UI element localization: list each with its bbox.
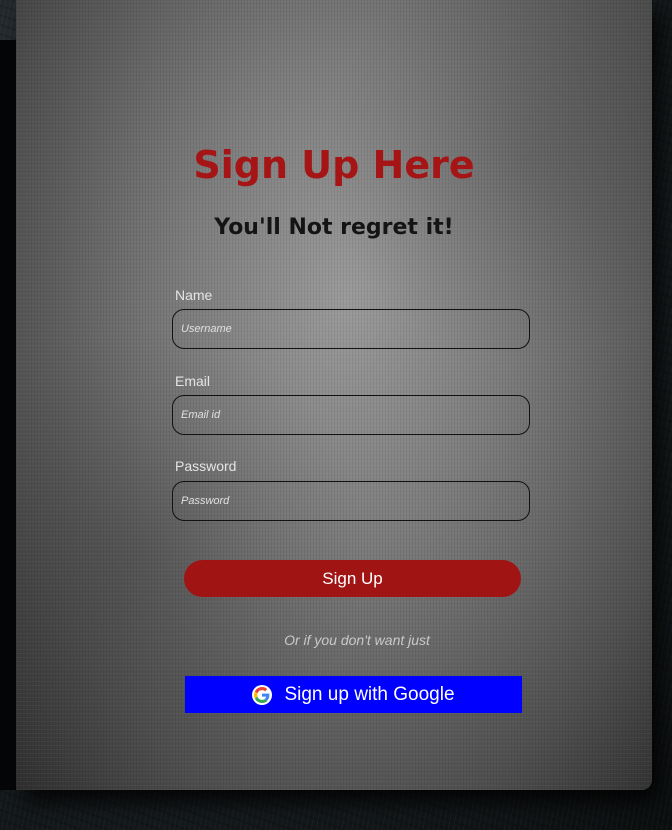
signup-card: Sign Up Here You'll Not regret it! Name …: [16, 0, 652, 790]
page-subtitle: You'll Not regret it!: [214, 215, 454, 240]
name-input[interactable]: [172, 309, 530, 349]
page-title: Sign Up Here: [193, 143, 475, 187]
left-edge-panel: [0, 40, 16, 790]
signup-button[interactable]: Sign Up: [184, 560, 521, 597]
password-input[interactable]: [172, 481, 530, 521]
email-label: Email: [175, 373, 211, 389]
google-signup-label: Sign up with Google: [284, 683, 455, 705]
name-label: Name: [175, 287, 213, 303]
alternative-text: Or if you don't want just: [284, 632, 430, 648]
password-label: Password: [175, 458, 237, 474]
google-signup-button[interactable]: Sign up with Google: [185, 676, 522, 713]
google-g-icon: [252, 684, 273, 705]
email-input[interactable]: [172, 395, 530, 435]
